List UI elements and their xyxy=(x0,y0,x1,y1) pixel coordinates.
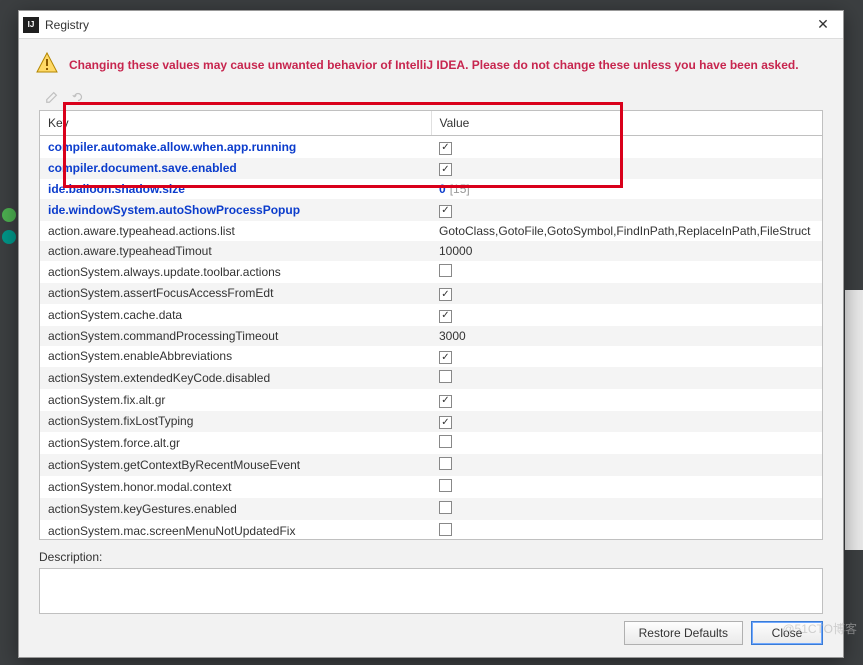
table-row[interactable]: actionSystem.honor.modal.context xyxy=(40,476,822,498)
registry-value-cell[interactable]: ✓ xyxy=(431,136,822,158)
checkbox[interactable] xyxy=(439,501,452,514)
titlebar: IJ Registry ✕ xyxy=(19,11,843,39)
registry-key-cell[interactable]: actionSystem.force.alt.gr xyxy=(40,432,431,454)
table-row[interactable]: actionSystem.enableAbbreviations ✓ xyxy=(40,346,822,368)
registry-key-cell[interactable]: ide.windowSystem.autoShowProcessPopup xyxy=(40,199,431,221)
description-section: Description: xyxy=(39,550,823,614)
registry-key-cell[interactable]: actionSystem.fixLostTyping xyxy=(40,411,431,433)
registry-key-cell[interactable]: actionSystem.enableAbbreviations xyxy=(40,346,431,368)
registry-key-cell[interactable]: actionSystem.keyGestures.enabled xyxy=(40,498,431,520)
registry-value-cell[interactable]: ✓ xyxy=(431,389,822,411)
registry-key-cell[interactable]: actionSystem.mac.screenMenuNotUpdatedFix xyxy=(40,520,431,540)
restore-defaults-button[interactable]: Restore Defaults xyxy=(624,621,743,645)
registry-value-cell[interactable]: ✓ xyxy=(431,199,822,221)
column-header-value[interactable]: Value xyxy=(431,111,822,136)
checkbox[interactable] xyxy=(439,457,452,470)
registry-key-cell[interactable]: actionSystem.fix.alt.gr xyxy=(40,389,431,411)
checkbox[interactable] xyxy=(439,523,452,536)
registry-table[interactable]: Key Value compiler.automake.allow.when.a… xyxy=(39,110,823,540)
registry-value-cell[interactable]: GotoClass,GotoFile,GotoSymbol,FindInPath… xyxy=(431,221,822,241)
registry-key-cell[interactable]: compiler.automake.allow.when.app.running xyxy=(40,136,431,158)
table-row[interactable]: compiler.document.save.enabled ✓ xyxy=(40,158,822,180)
table-row[interactable]: action.aware.typeaheadTimout 10000 xyxy=(40,241,822,261)
registry-key-cell[interactable]: actionSystem.commandProcessingTimeout xyxy=(40,326,431,346)
registry-value-cell[interactable] xyxy=(431,367,822,389)
registry-value-cell[interactable] xyxy=(431,520,822,540)
registry-dialog: IJ Registry ✕ Changing these values may … xyxy=(18,10,844,658)
registry-key-cell[interactable]: compiler.document.save.enabled xyxy=(40,158,431,180)
table-row[interactable]: compiler.automake.allow.when.app.running… xyxy=(40,136,822,158)
checkbox[interactable] xyxy=(439,370,452,383)
table-row[interactable]: actionSystem.mac.screenMenuNotUpdatedFix xyxy=(40,520,822,540)
value-text[interactable]: 3000 xyxy=(439,329,466,343)
registry-key-cell[interactable]: actionSystem.cache.data xyxy=(40,304,431,326)
warning-banner: Changing these values may cause unwanted… xyxy=(19,39,843,88)
registry-value-cell[interactable]: ✓ xyxy=(431,346,822,368)
warning-icon xyxy=(35,51,59,78)
registry-key-cell[interactable]: ide.balloon.shadow.size xyxy=(40,179,431,199)
table-row[interactable]: actionSystem.keyGestures.enabled xyxy=(40,498,822,520)
registry-value-cell[interactable]: ✓ xyxy=(431,411,822,433)
table-row[interactable]: actionSystem.cache.data ✓ xyxy=(40,304,822,326)
registry-key-cell[interactable]: actionSystem.extendedKeyCode.disabled xyxy=(40,367,431,389)
checkbox[interactable]: ✓ xyxy=(439,395,452,408)
value-text[interactable]: GotoClass,GotoFile,GotoSymbol,FindInPath… xyxy=(439,224,811,238)
app-icon: IJ xyxy=(23,17,39,33)
description-box xyxy=(39,568,823,614)
window-title: Registry xyxy=(45,18,89,32)
registry-value-cell[interactable] xyxy=(431,476,822,498)
value-text[interactable]: 10000 xyxy=(439,244,472,258)
checkbox[interactable]: ✓ xyxy=(439,142,452,155)
table-row[interactable]: actionSystem.getContextByRecentMouseEven… xyxy=(40,454,822,476)
registry-value-cell[interactable] xyxy=(431,261,822,283)
table-row[interactable]: actionSystem.force.alt.gr xyxy=(40,432,822,454)
registry-value-cell[interactable]: ✓ xyxy=(431,283,822,305)
registry-key-cell[interactable]: action.aware.typeahead.actions.list xyxy=(40,221,431,241)
registry-value-cell[interactable]: ✓ xyxy=(431,158,822,180)
registry-value-cell[interactable]: 10000 xyxy=(431,241,822,261)
registry-key-cell[interactable]: action.aware.typeaheadTimout xyxy=(40,241,431,261)
checkbox[interactable]: ✓ xyxy=(439,205,452,218)
table-row[interactable]: actionSystem.commandProcessingTimeout 300… xyxy=(40,326,822,346)
table-row[interactable]: ide.balloon.shadow.size 0 [15] xyxy=(40,179,822,199)
value-text[interactable]: 0 xyxy=(439,182,446,196)
toolbar xyxy=(19,88,843,110)
editor-gutter-background xyxy=(0,200,18,252)
table-row[interactable]: action.aware.typeahead.actions.list GotoC… xyxy=(40,221,822,241)
checkbox[interactable]: ✓ xyxy=(439,416,452,429)
checkbox[interactable]: ✓ xyxy=(439,351,452,364)
warning-text: Changing these values may cause unwanted… xyxy=(69,58,799,72)
registry-key-cell[interactable]: actionSystem.assertFocusAccessFromEdt xyxy=(40,283,431,305)
table-row[interactable]: actionSystem.fix.alt.gr ✓ xyxy=(40,389,822,411)
table-row[interactable]: ide.windowSystem.autoShowProcessPopup ✓ xyxy=(40,199,822,221)
registry-key-cell[interactable]: actionSystem.getContextByRecentMouseEven… xyxy=(40,454,431,476)
checkbox[interactable]: ✓ xyxy=(439,310,452,323)
table-row[interactable]: actionSystem.extendedKeyCode.disabled xyxy=(40,367,822,389)
registry-value-cell[interactable] xyxy=(431,454,822,476)
checkbox[interactable]: ✓ xyxy=(439,163,452,176)
registry-value-cell[interactable]: ✓ xyxy=(431,304,822,326)
column-header-key[interactable]: Key xyxy=(40,111,431,136)
registry-value-cell[interactable]: 0 [15] xyxy=(431,179,822,199)
checkbox[interactable] xyxy=(439,264,452,277)
edit-icon[interactable] xyxy=(43,88,61,106)
registry-value-cell[interactable]: 3000 xyxy=(431,326,822,346)
checkbox[interactable] xyxy=(439,479,452,492)
editor-scrollbar-background xyxy=(845,290,863,550)
registry-key-cell[interactable]: actionSystem.honor.modal.context xyxy=(40,476,431,498)
checkbox[interactable]: ✓ xyxy=(439,288,452,301)
table-row[interactable]: actionSystem.always.update.toolbar.actio… xyxy=(40,261,822,283)
default-hint: [15] xyxy=(450,182,470,196)
table-row[interactable]: actionSystem.assertFocusAccessFromEdt ✓ xyxy=(40,283,822,305)
checkbox[interactable] xyxy=(439,435,452,448)
table-row[interactable]: actionSystem.fixLostTyping ✓ xyxy=(40,411,822,433)
revert-icon[interactable] xyxy=(69,88,87,106)
watermark-text: @51CTO博客 xyxy=(782,620,857,637)
registry-value-cell[interactable] xyxy=(431,498,822,520)
description-label: Description: xyxy=(39,550,823,564)
registry-value-cell[interactable] xyxy=(431,432,822,454)
registry-key-cell[interactable]: actionSystem.always.update.toolbar.actio… xyxy=(40,261,431,283)
close-icon[interactable]: ✕ xyxy=(803,11,843,39)
